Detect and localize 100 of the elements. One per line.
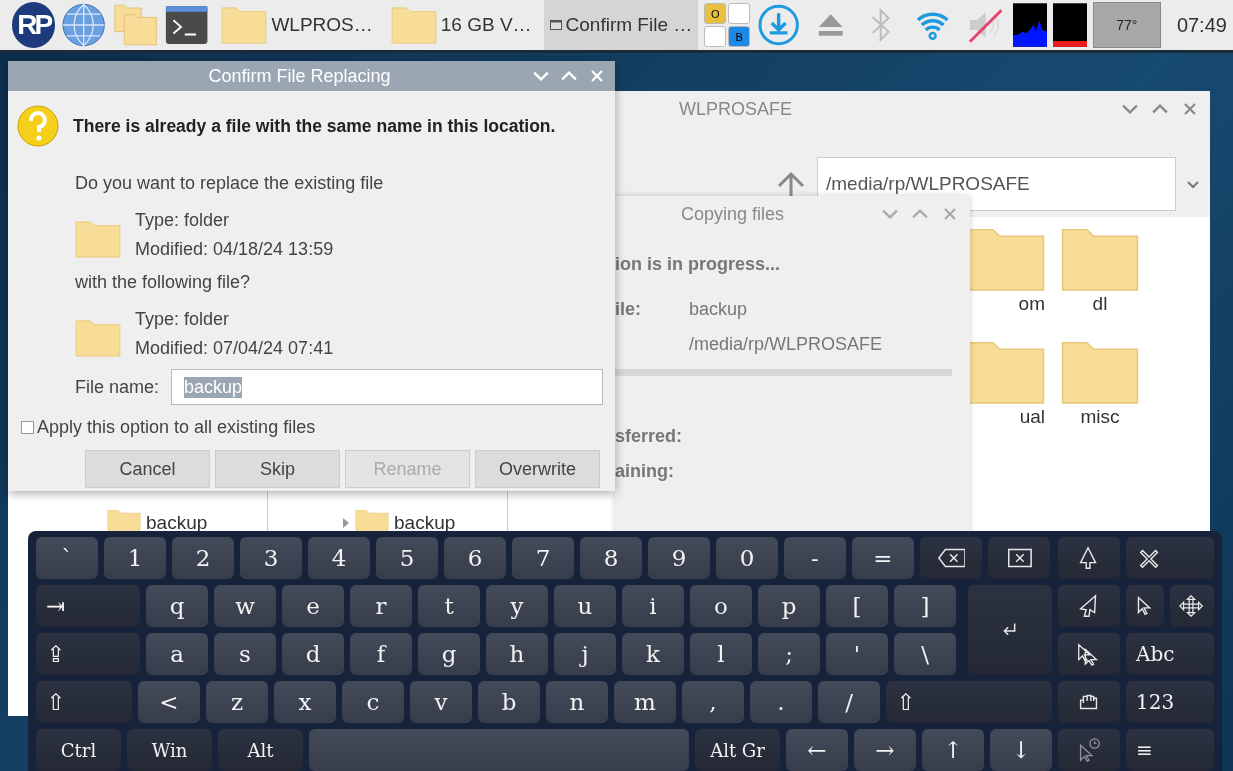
- minimize-icon[interactable]: [882, 208, 898, 220]
- keyboard-key[interactable]: ⇥: [36, 585, 140, 627]
- keyboard-key[interactable]: 0: [716, 537, 778, 579]
- keyboard-key[interactable]: →: [854, 729, 916, 771]
- keyboard-key[interactable]: e: [282, 585, 344, 627]
- keyboard-key[interactable]: /: [818, 681, 880, 723]
- keyboard-key[interactable]: [1058, 537, 1120, 579]
- close-icon[interactable]: [1182, 103, 1198, 115]
- keyboard-key[interactable]: Alt: [218, 729, 303, 771]
- keyboard-key[interactable]: ⇧: [886, 681, 1052, 723]
- field-label: aining:: [615, 461, 675, 482]
- taskbar-button[interactable]: 16 GB V…: [384, 0, 538, 50]
- up-arrow-icon[interactable]: [775, 170, 807, 198]
- taskbar-button[interactable]: Confirm File …: [543, 0, 699, 50]
- keyboard-key[interactable]: ≡: [1126, 729, 1214, 771]
- keyboard-key[interactable]: [920, 537, 982, 579]
- keyboard-key[interactable]: ⇪: [36, 633, 140, 675]
- keyboard-key[interactable]: d: [282, 633, 344, 675]
- folder-item[interactable]: om: [935, 225, 1045, 338]
- keyboard-key[interactable]: p: [758, 585, 820, 627]
- keyboard-key[interactable]: t: [418, 585, 480, 627]
- temperature-monitor: 77°: [1092, 2, 1161, 48]
- keyboard-key[interactable]: 3: [240, 537, 302, 579]
- keyboard-key[interactable]: x: [274, 681, 336, 723]
- keyboard-key[interactable]: a: [146, 633, 208, 675]
- keyboard-key[interactable]: \: [894, 633, 956, 675]
- keyboard-key[interactable]: 7: [512, 537, 574, 579]
- keyboard-key[interactable]: [1058, 585, 1120, 627]
- apply-all-checkbox[interactable]: [21, 421, 34, 434]
- keyboard-key[interactable]: -: [784, 537, 846, 579]
- keyboard-key[interactable]: s: [214, 633, 276, 675]
- keyboard-key[interactable]: y: [486, 585, 548, 627]
- keyboard-key[interactable]: l: [690, 633, 752, 675]
- dialog-button[interactable]: Cancel: [85, 450, 210, 488]
- keyboard-key[interactable]: q: [146, 585, 208, 627]
- keyboard-key[interactable]: 2: [172, 537, 234, 579]
- keyboard-key[interactable]: Ctrl: [36, 729, 121, 771]
- keyboard-key[interactable]: 123: [1126, 681, 1214, 723]
- keyboard-key[interactable]: n: [546, 681, 608, 723]
- keyboard-key[interactable]: [1058, 633, 1120, 675]
- keyboard-key[interactable]: 1: [104, 537, 166, 579]
- keyboard-key[interactable]: .: [750, 681, 812, 723]
- keyboard-key[interactable]: Win: [127, 729, 212, 771]
- dropdown-caret-icon[interactable]: [1186, 179, 1200, 189]
- keyboard-key[interactable]: [1126, 585, 1164, 627]
- download-icon[interactable]: [756, 2, 802, 48]
- folder-item[interactable]: ual: [935, 338, 1045, 451]
- dialog-button[interactable]: Skip: [215, 450, 340, 488]
- keyboard-key[interactable]: ⇧: [36, 681, 132, 723]
- keyboard-key[interactable]: [988, 537, 1050, 579]
- keyboard-key[interactable]: ]: [894, 585, 956, 627]
- keyboard-key[interactable]: [1058, 681, 1120, 723]
- keyboard-key[interactable]: 9: [648, 537, 710, 579]
- keyboard-key[interactable]: u: [554, 585, 616, 627]
- keyboard-key[interactable]: ': [826, 633, 888, 675]
- minimize-icon[interactable]: [1122, 103, 1138, 115]
- maximize-icon[interactable]: [1152, 103, 1168, 115]
- keyboard-key[interactable]: ;: [758, 633, 820, 675]
- menu-logo[interactable]: RP: [12, 2, 56, 48]
- keyboard-key[interactable]: =: [852, 537, 914, 579]
- keyboard-key[interactable]: w: [214, 585, 276, 627]
- close-icon[interactable]: [942, 208, 958, 220]
- keyboard-key[interactable]: o: [690, 585, 752, 627]
- folder-item[interactable]: misc: [1045, 338, 1155, 451]
- keyboard-key[interactable]: Abc: [1126, 633, 1214, 675]
- keyboard-key[interactable]: 6: [444, 537, 506, 579]
- keyboard-key[interactable]: [1170, 585, 1214, 627]
- keyboard-key[interactable]: z: [206, 681, 268, 723]
- keyboard-key[interactable]: r: [350, 585, 412, 627]
- globe-icon[interactable]: [61, 2, 107, 48]
- field-label: File name:: [75, 376, 160, 398]
- expand-arrow-icon[interactable]: [342, 517, 350, 529]
- keyboard-key[interactable]: <: [138, 681, 200, 723]
- keyboard-key[interactable]: ←: [786, 729, 848, 771]
- taskbar-button[interactable]: WLPROS…: [215, 0, 379, 50]
- keyboard-key[interactable]: [1126, 537, 1214, 579]
- keyboard-key[interactable]: k: [622, 633, 684, 675]
- keyboard-key[interactable]: [: [826, 585, 888, 627]
- keyboard-key[interactable]: j: [554, 633, 616, 675]
- keyboard-key[interactable]: `: [36, 537, 98, 579]
- keyboard-key[interactable]: v: [410, 681, 472, 723]
- keyboard-key[interactable]: g: [418, 633, 480, 675]
- maximize-icon[interactable]: [912, 208, 928, 220]
- keyboard-key[interactable]: i: [622, 585, 684, 627]
- keyboard-key[interactable]: 4: [308, 537, 370, 579]
- keyboard-key[interactable]: 8: [580, 537, 642, 579]
- keyboard-key[interactable]: ,: [682, 681, 744, 723]
- keyboard-key[interactable]: m: [614, 681, 676, 723]
- dialog-button[interactable]: Overwrite: [475, 450, 600, 488]
- keyboard-key[interactable]: h: [486, 633, 548, 675]
- keyboard-key[interactable]: b: [478, 681, 540, 723]
- keyboard-key[interactable]: f: [350, 633, 412, 675]
- field-label: ile:: [615, 299, 642, 320]
- folder-item[interactable]: dl: [1045, 225, 1155, 338]
- keyboard-layout-indicator[interactable]: O B: [704, 3, 751, 47]
- keyboard-key[interactable]: Alt Gr: [695, 729, 780, 771]
- keyboard-key[interactable]: c: [342, 681, 404, 723]
- keyboard-key[interactable]: ↓: [990, 729, 1052, 771]
- keyboard-key[interactable]: 5: [376, 537, 438, 579]
- keyboard-key[interactable]: ↑: [922, 729, 984, 771]
